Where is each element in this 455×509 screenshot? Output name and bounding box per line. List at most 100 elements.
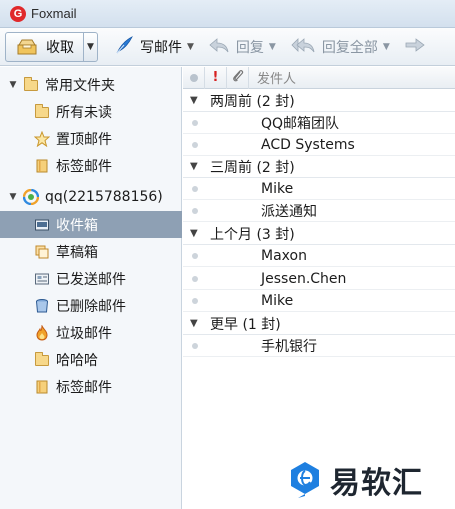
message-row[interactable]: Jessen.Chen bbox=[183, 268, 455, 290]
group-label: 两周前 (2 封) bbox=[210, 93, 295, 110]
star-icon bbox=[33, 130, 51, 147]
read-dot-icon bbox=[192, 141, 198, 148]
inbox-icon bbox=[34, 217, 50, 233]
sidebar-item-sent[interactable]: 已发送邮件 bbox=[0, 265, 182, 292]
message-row[interactable]: ACD Systems bbox=[183, 134, 455, 156]
message-sender: Mike bbox=[261, 292, 294, 309]
message-sender: 手机银行 bbox=[261, 338, 317, 355]
attachment-column-header[interactable] bbox=[227, 66, 249, 89]
collapse-triangle-icon[interactable]: ▼ bbox=[190, 228, 200, 239]
drafts-icon bbox=[34, 244, 50, 260]
reply-all-button[interactable]: 回复全部 ▼ bbox=[290, 32, 390, 62]
sidebar-item-inbox[interactable]: 收件箱 bbox=[0, 211, 182, 238]
message-sender: ACD Systems bbox=[261, 136, 355, 153]
reply-dropdown-icon[interactable]: ▼ bbox=[269, 42, 276, 52]
sidebar-item-deleted[interactable]: 已删除邮件 bbox=[0, 292, 182, 319]
expand-toggle-icon[interactable]: ▼ bbox=[7, 80, 19, 90]
sidebar-item-label: 哈哈哈 bbox=[56, 352, 98, 369]
sidebar-item-all-unread[interactable]: 所有未读 bbox=[0, 98, 182, 125]
reply-all-arrow-icon bbox=[290, 36, 316, 58]
flag-column-header[interactable]: ! bbox=[205, 66, 227, 89]
message-row[interactable]: QQ邮箱团队 bbox=[183, 112, 455, 134]
read-dot-icon bbox=[192, 185, 198, 192]
sidebar-item-label: 所有未读 bbox=[56, 104, 112, 121]
group-header[interactable]: ▼ 三周前 (2 封) bbox=[183, 156, 455, 178]
tag-icon bbox=[34, 158, 50, 174]
message-row[interactable]: Mike bbox=[183, 290, 455, 312]
message-list: ! 发件人 ▼ 两周前 (2 封) QQ邮箱团队 ACD Systems ▼ 三… bbox=[183, 66, 455, 357]
common-folders-label: 常用文件夹 bbox=[45, 77, 115, 94]
expand-toggle-icon[interactable]: ▼ bbox=[7, 192, 19, 202]
message-list-header: ! 发件人 bbox=[183, 66, 455, 89]
message-row[interactable]: 派送通知 bbox=[183, 200, 455, 222]
sidebar-item-label: 收件箱 bbox=[56, 217, 98, 234]
read-dot-icon bbox=[189, 73, 198, 82]
message-row[interactable]: Maxon bbox=[183, 245, 455, 267]
sidebar-item-account-tagged[interactable]: 标签邮件 bbox=[0, 373, 182, 400]
sender-column-header[interactable]: 发件人 bbox=[249, 68, 296, 87]
read-dot-icon bbox=[192, 275, 198, 282]
collapse-triangle-icon[interactable]: ▼ bbox=[190, 318, 200, 329]
sidebar-item-label: 标签邮件 bbox=[56, 379, 112, 396]
qq-account-icon bbox=[22, 188, 40, 205]
title-bar: G Foxmail bbox=[0, 0, 455, 28]
folder-icon bbox=[34, 351, 50, 368]
junk-fire-icon bbox=[34, 323, 50, 341]
receive-button[interactable]: 收取 ▼ bbox=[5, 31, 98, 62]
reply-arrow-icon bbox=[208, 36, 230, 58]
message-sender: 派送通知 bbox=[261, 203, 317, 220]
message-sender: Maxon bbox=[261, 247, 307, 264]
message-row[interactable]: 手机银行 bbox=[183, 335, 455, 357]
folder-sidebar: ▼ 常用文件夹 所有未读 置顶邮件 标签邮件 ▼ qq(2215788156) bbox=[0, 67, 182, 509]
collapse-triangle-icon[interactable]: ▼ bbox=[190, 95, 200, 106]
group-header[interactable]: ▼ 上个月 (3 封) bbox=[183, 223, 455, 245]
group-label: 更早 (1 封) bbox=[210, 316, 281, 333]
common-folders-node[interactable]: ▼ 常用文件夹 bbox=[0, 71, 182, 98]
compose-dropdown-icon[interactable]: ▼ bbox=[187, 42, 194, 52]
read-dot-icon bbox=[192, 119, 198, 126]
forward-button[interactable] bbox=[404, 32, 426, 62]
attachment-icon bbox=[232, 69, 244, 87]
collapse-triangle-icon[interactable]: ▼ bbox=[190, 161, 200, 172]
account-node[interactable]: ▼ qq(2215788156) bbox=[0, 183, 182, 210]
tag-icon bbox=[34, 379, 50, 395]
sidebar-item-hahaha[interactable]: 哈哈哈 bbox=[0, 346, 182, 373]
window-title: Foxmail bbox=[31, 6, 77, 21]
watermark: 易软汇 bbox=[288, 458, 423, 502]
receive-dropdown-button[interactable]: ▼ bbox=[83, 32, 97, 61]
sidebar-item-label: 标签邮件 bbox=[56, 158, 112, 175]
sidebar-item-label: 已发送邮件 bbox=[56, 271, 126, 288]
sidebar-item-label: 草稿箱 bbox=[56, 244, 98, 261]
sidebar-item-drafts[interactable]: 草稿箱 bbox=[0, 238, 182, 265]
reply-all-dropdown-icon[interactable]: ▼ bbox=[383, 42, 390, 52]
foxmail-logo-icon: G bbox=[10, 5, 26, 22]
sidebar-item-label: 置顶邮件 bbox=[56, 131, 112, 148]
message-row[interactable]: Mike bbox=[183, 178, 455, 200]
sidebar-item-label: 垃圾邮件 bbox=[56, 325, 112, 342]
group-header[interactable]: ▼ 两周前 (2 封) bbox=[183, 90, 455, 112]
folder-icon bbox=[23, 76, 39, 93]
toolbar: 收取 ▼ 写邮件 ▼ 回复 ▼ 回复全部 ▼ bbox=[0, 28, 455, 66]
compose-label: 写邮件 bbox=[140, 39, 182, 56]
message-sender: Jessen.Chen bbox=[261, 270, 347, 287]
read-status-column-header[interactable] bbox=[183, 66, 205, 89]
inbox-tray-icon bbox=[16, 38, 38, 56]
message-sender: Mike bbox=[261, 180, 294, 197]
reply-button[interactable]: 回复 ▼ bbox=[208, 32, 276, 62]
sidebar-item-junk[interactable]: 垃圾邮件 bbox=[0, 319, 182, 346]
reply-all-label: 回复全部 bbox=[321, 39, 378, 56]
folder-icon bbox=[34, 103, 50, 120]
sidebar-item-tagged[interactable]: 标签邮件 bbox=[0, 152, 182, 179]
message-sender: QQ邮箱团队 bbox=[261, 115, 340, 132]
sidebar-item-pinned[interactable]: 置顶邮件 bbox=[0, 125, 182, 152]
read-dot-icon bbox=[192, 207, 198, 214]
receive-label: 收取 bbox=[46, 39, 74, 56]
trash-icon bbox=[34, 298, 50, 314]
sent-icon bbox=[34, 271, 50, 287]
group-header[interactable]: ▼ 更早 (1 封) bbox=[183, 313, 455, 335]
read-dot-icon bbox=[192, 342, 198, 349]
watermark-text: 易软汇 bbox=[330, 466, 423, 501]
compose-button[interactable]: 写邮件 ▼ bbox=[114, 32, 194, 62]
group-label: 上个月 (3 封) bbox=[210, 226, 295, 243]
read-dot-icon bbox=[192, 252, 198, 259]
